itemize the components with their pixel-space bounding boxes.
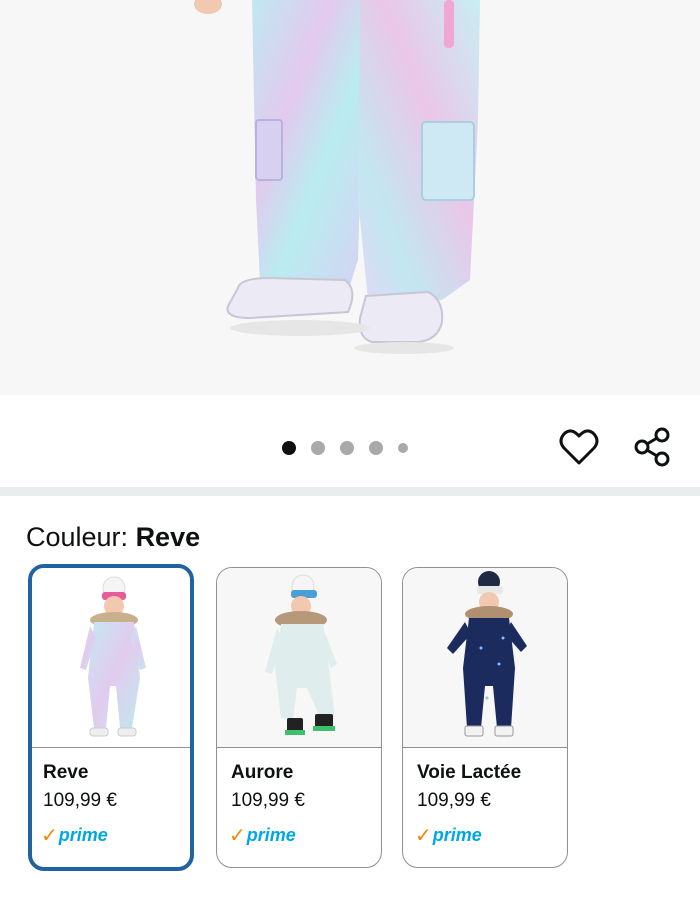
carousel-dot-5[interactable] — [398, 443, 408, 453]
gallery-controls — [0, 395, 700, 487]
prime-check-icon: ✓ — [415, 824, 432, 847]
heart-icon — [559, 429, 599, 465]
swatch-price: 109,99 € — [417, 790, 491, 811]
color-swatch-reve[interactable]: Reve 109,99 € ✓ prime — [28, 564, 194, 871]
selected-color-value: Reve — [135, 522, 201, 552]
carousel-dot-3[interactable] — [340, 441, 354, 455]
swatch-image — [265, 574, 337, 735]
color-label: Couleur: Reve — [26, 522, 200, 553]
color-swatch-voie-lactee[interactable]: Voie Lactée 109,99 € ✓ prime — [402, 567, 568, 868]
swatch-thumbnail — [403, 568, 567, 748]
product-photo — [194, 0, 480, 354]
prime-badge: ✓ prime — [41, 823, 108, 847]
share-button[interactable] — [628, 423, 676, 471]
swatch-thumbnail — [32, 568, 190, 748]
prime-check-icon: ✓ — [41, 824, 58, 847]
swatch-name: Reve — [43, 762, 89, 783]
carousel-dot-4[interactable] — [369, 441, 383, 455]
prime-label: prime — [432, 824, 482, 845]
share-icon — [634, 427, 670, 467]
swatch-thumbnail — [217, 568, 381, 748]
section-divider — [0, 487, 700, 496]
swatch-name: Aurore — [231, 762, 294, 783]
prime-badge: ✓ prime — [415, 823, 482, 847]
product-image-gallery[interactable] — [0, 0, 700, 395]
swatch-price: 109,99 € — [231, 790, 305, 811]
wishlist-button[interactable] — [555, 423, 603, 471]
swatch-image — [447, 571, 527, 737]
color-swatch-aurore[interactable]: Aurore 109,99 € ✓ prime — [216, 567, 382, 868]
color-label-prefix: Couleur: — [26, 522, 136, 552]
prime-badge: ✓ prime — [229, 823, 296, 847]
carousel-dot-2[interactable] — [311, 441, 325, 455]
carousel-dot-1[interactable] — [282, 441, 296, 455]
swatch-price: 109,99 € — [43, 790, 117, 811]
prime-label: prime — [58, 824, 108, 845]
swatch-image — [80, 576, 146, 737]
carousel-dots[interactable] — [282, 439, 423, 457]
swatch-name: Voie Lactée — [417, 762, 522, 783]
prime-check-icon: ✓ — [229, 824, 246, 847]
prime-label: prime — [246, 824, 296, 845]
